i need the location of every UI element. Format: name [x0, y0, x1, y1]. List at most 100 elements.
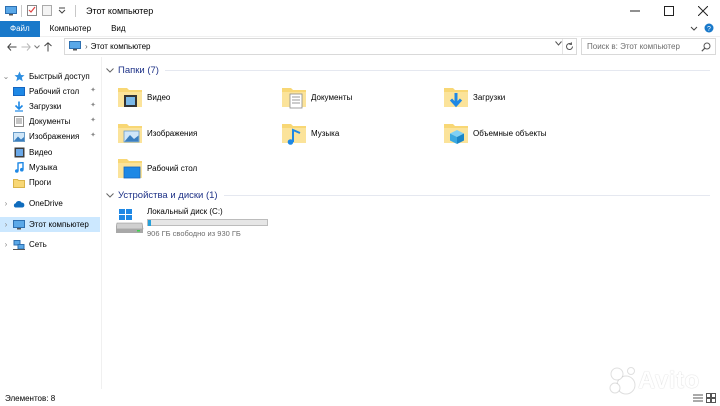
search-icon[interactable] — [701, 42, 711, 54]
pictures-icon — [13, 131, 25, 142]
folder-label: Музыка — [311, 128, 340, 138]
tab-view[interactable]: Вид — [101, 21, 135, 37]
chevron-down-icon[interactable]: ⌄ — [2, 72, 10, 81]
navigation-bar: › Этот компьютер Поиск в: Этот компьютер — [0, 37, 720, 56]
nav-network[interactable]: › Сеть — [0, 237, 100, 252]
folder-tile-pictures[interactable]: Изображения — [116, 116, 266, 150]
watermark-text: Avito — [638, 367, 700, 394]
nav-onedrive[interactable]: › OneDrive — [0, 196, 100, 211]
maximize-button[interactable] — [652, 0, 686, 21]
chevron-down-icon[interactable] — [104, 66, 116, 75]
video-icon — [13, 147, 25, 158]
nav-label: Видео — [29, 148, 53, 157]
chevron-right-icon[interactable]: › — [2, 199, 10, 208]
pin-icon[interactable]: ✦ — [90, 116, 96, 124]
customize-quick-access-icon[interactable] — [56, 5, 68, 17]
group-header-folders[interactable]: Папки (7) — [104, 63, 710, 77]
ribbon-controls: ? — [690, 21, 714, 37]
nav-label: Изображения — [29, 132, 80, 141]
music-icon — [13, 162, 25, 173]
documents-folder-icon — [280, 83, 308, 111]
pin-icon[interactable]: ✦ — [90, 101, 96, 109]
refresh-button[interactable] — [562, 39, 576, 54]
expand-ribbon-icon[interactable] — [690, 24, 698, 34]
search-input[interactable]: Поиск в: Этот компьютер — [581, 38, 716, 55]
nav-this-pc[interactable]: › Этот компьютер — [0, 217, 100, 232]
chevron-down-icon[interactable] — [555, 41, 562, 48]
computer-icon — [13, 219, 25, 230]
toolbar-separator — [21, 4, 22, 17]
nav-desktop[interactable]: Рабочий стол ✦ — [0, 84, 100, 99]
downloads-icon — [13, 101, 25, 112]
nav-pictures[interactable]: Изображения ✦ — [0, 129, 100, 144]
window-controls — [618, 0, 720, 21]
nav-label: Документы — [29, 117, 71, 126]
desktop-folder-icon — [116, 154, 144, 182]
folder-label: Загрузки — [473, 92, 506, 102]
title-bar: Этот компьютер — [0, 0, 720, 21]
new-folder-icon[interactable] — [41, 5, 53, 17]
nav-label: Этот компьютер — [29, 220, 89, 229]
drive-info: Локальный диск (C:) 906 ГБ свободно из 9… — [147, 206, 268, 238]
pin-icon[interactable]: ✦ — [90, 86, 96, 94]
navigation-pane: ⌄ Быстрый доступ Рабочий стол ✦ Загрузки… — [0, 61, 100, 391]
tab-file[interactable]: Файл — [0, 20, 40, 37]
avito-logo-icon — [609, 367, 636, 395]
onedrive-icon — [13, 198, 25, 209]
network-icon — [13, 239, 25, 250]
chevron-right-icon[interactable]: › — [2, 240, 10, 249]
up-button[interactable] — [41, 40, 55, 54]
nav-downloads[interactable]: Загрузки ✦ — [0, 99, 100, 114]
group-header-devices[interactable]: Устройства и диски (1) — [104, 188, 710, 202]
nav-progi[interactable]: Проги — [0, 175, 100, 190]
nav-label: Рабочий стол — [29, 87, 80, 96]
close-button[interactable] — [686, 0, 720, 21]
nav-music[interactable]: Музыка — [0, 160, 100, 175]
toolbar-separator — [75, 4, 76, 17]
desktop-icon — [13, 86, 25, 97]
nav-label: OneDrive — [29, 199, 63, 208]
back-button[interactable] — [5, 40, 19, 54]
address-bar[interactable]: › Этот компьютер — [64, 38, 577, 55]
computer-icon[interactable] — [5, 5, 17, 16]
drive-usage-fill — [148, 220, 152, 226]
item-count: Элементов: 8 — [5, 394, 56, 403]
star-icon — [13, 71, 25, 82]
minimize-button[interactable] — [618, 0, 652, 21]
drive-name: Локальный диск (C:) — [147, 207, 223, 216]
chevron-right-icon[interactable]: › — [2, 220, 10, 229]
tiles-view-icon[interactable] — [706, 393, 716, 405]
forward-button[interactable] — [19, 40, 33, 54]
breadcrumb-chevron-icon[interactable]: › — [85, 42, 88, 51]
tab-computer[interactable]: Компьютер — [40, 21, 101, 37]
group-divider — [223, 194, 710, 196]
folder-tile-music[interactable]: Музыка — [280, 116, 430, 150]
folder-tile-downloads[interactable]: Загрузки — [442, 80, 592, 114]
3d-objects-folder-icon — [442, 119, 470, 147]
folder-label: Документы — [311, 92, 353, 102]
folder-tile-desktop[interactable]: Рабочий стол — [116, 151, 266, 185]
folder-label: Видео — [147, 92, 171, 102]
breadcrumb[interactable]: Этот компьютер — [91, 42, 151, 51]
folder-tile-video[interactable]: Видео — [116, 80, 266, 114]
folder-tile-documents[interactable]: Документы — [280, 80, 430, 114]
nav-video[interactable]: Видео — [0, 145, 100, 160]
pane-divider[interactable] — [101, 57, 102, 389]
chevron-down-icon[interactable] — [104, 191, 116, 200]
properties-icon[interactable] — [26, 5, 38, 17]
help-icon[interactable]: ? — [704, 23, 714, 35]
nav-quick-access[interactable]: ⌄ Быстрый доступ — [0, 69, 100, 84]
music-folder-icon — [280, 119, 308, 147]
nav-documents[interactable]: Документы ✦ — [0, 114, 100, 129]
avito-watermark: Avito — [608, 366, 700, 396]
folder-label: Объемные объекты — [473, 128, 547, 138]
hard-drive-icon — [115, 208, 144, 236]
search-placeholder: Поиск в: Этот компьютер — [587, 42, 680, 51]
folder-tile-3d-objects[interactable]: Объемные объекты — [442, 116, 592, 150]
nav-label: Быстрый доступ — [29, 72, 90, 81]
pictures-folder-icon — [116, 119, 144, 147]
recent-locations-icon[interactable] — [33, 40, 41, 54]
drive-usage-bar — [147, 219, 268, 226]
pin-icon[interactable]: ✦ — [90, 131, 96, 139]
drive-tile-c[interactable]: Локальный диск (C:) 906 ГБ свободно из 9… — [115, 206, 276, 238]
